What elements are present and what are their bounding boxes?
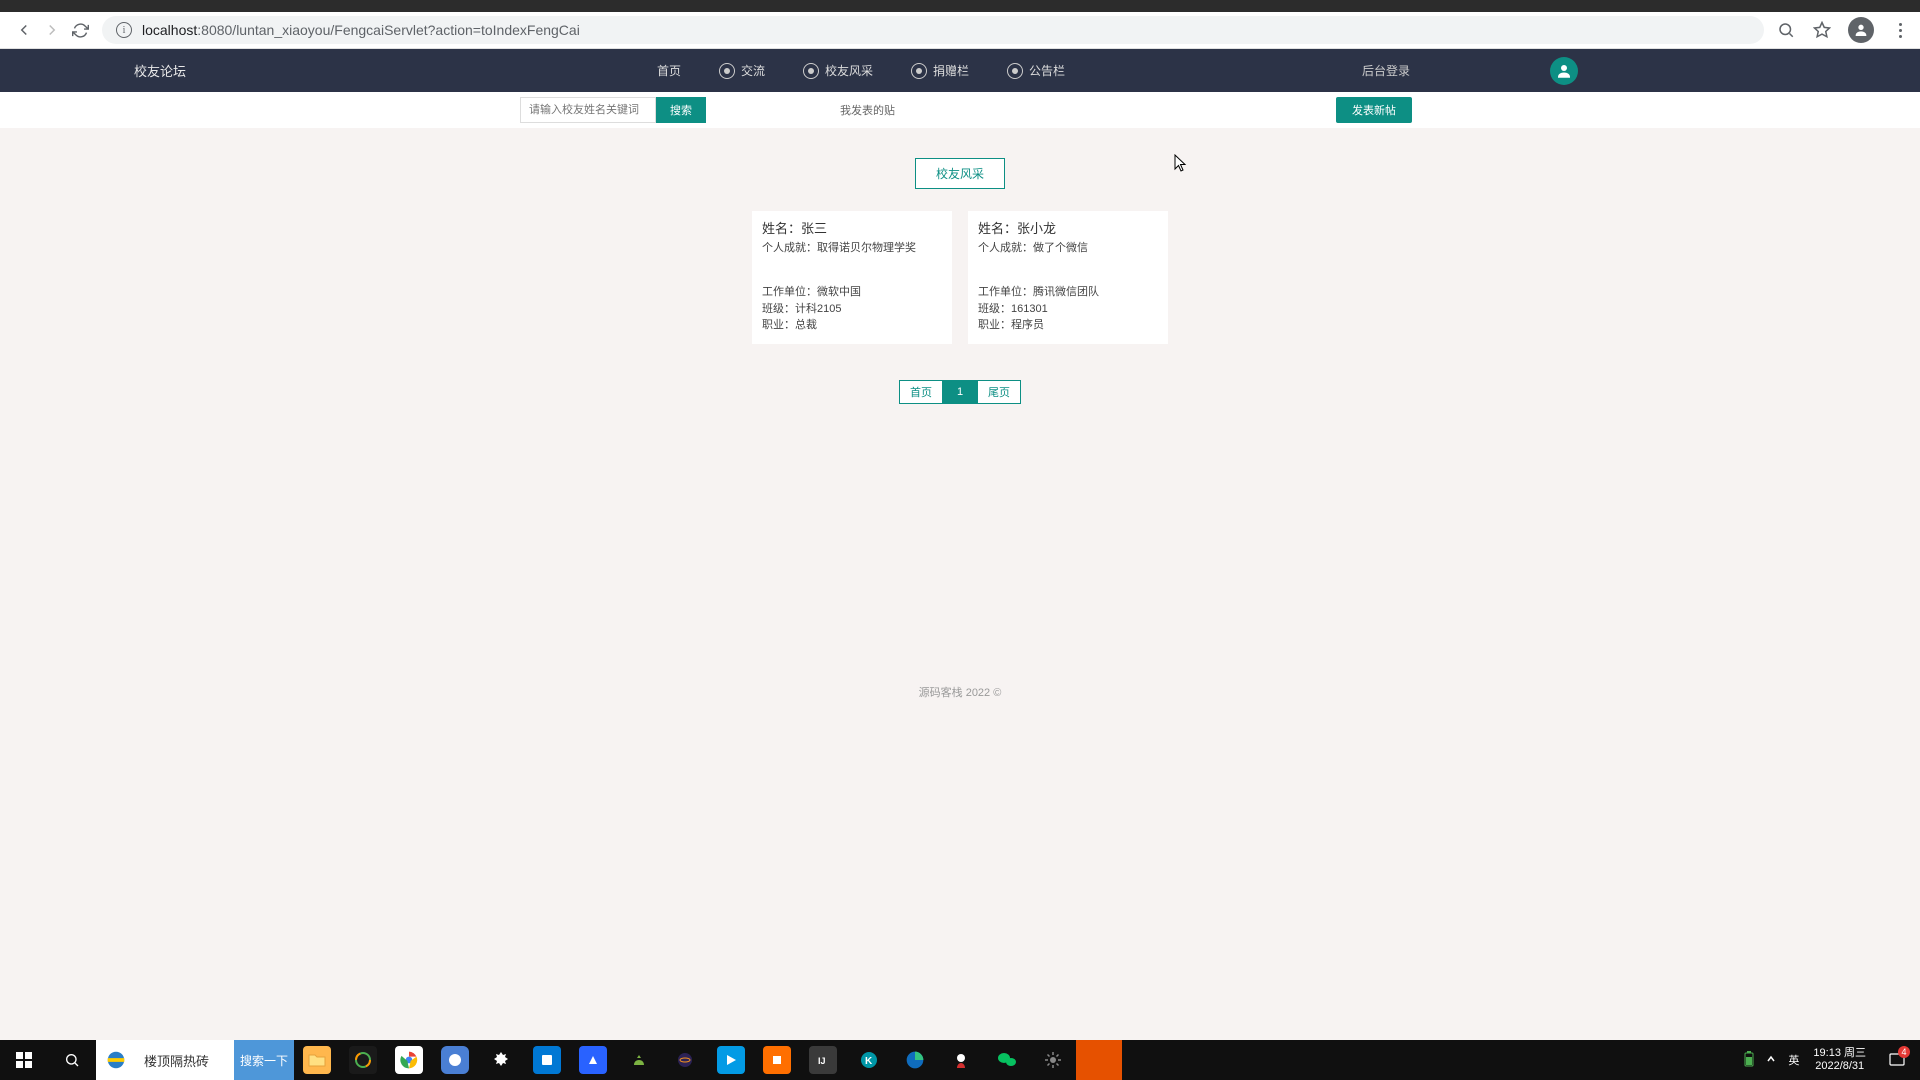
- tray-notifications-icon[interactable]: 4: [1874, 1040, 1920, 1080]
- ie-icon[interactable]: [96, 1040, 136, 1080]
- search-button[interactable]: 搜索: [656, 97, 706, 123]
- nav-exchange[interactable]: 交流: [719, 62, 765, 79]
- browser-tab-strip: [0, 0, 1920, 12]
- fengcai-icon: [803, 63, 819, 79]
- file-explorer-icon[interactable]: [294, 1040, 340, 1080]
- back-button[interactable]: [10, 16, 38, 44]
- start-button[interactable]: [0, 1040, 48, 1080]
- app-icon[interactable]: [754, 1040, 800, 1080]
- browser-menu-icon[interactable]: [1890, 23, 1910, 38]
- footer-text: 源码客栈 2022 ©: [0, 674, 1920, 700]
- nav-donate[interactable]: 捐赠栏: [911, 62, 969, 79]
- notice-icon: [1007, 63, 1023, 79]
- app-icon-active[interactable]: [1076, 1040, 1122, 1080]
- main-content: 校友风采 姓名：张三 个人成就：取得诺贝尔物理学奖 工作单位：微软中国 班级：计…: [0, 128, 1920, 730]
- taskbar-search-input[interactable]: [136, 1040, 234, 1080]
- tray-battery-icon[interactable]: [1738, 1051, 1760, 1070]
- my-posts-link[interactable]: 我发表的贴: [840, 102, 895, 118]
- section-title: 校友风采: [915, 158, 1005, 189]
- app-icon[interactable]: [616, 1040, 662, 1080]
- taskbar-apps: IJ K: [294, 1040, 1122, 1080]
- windows-taskbar: 搜索一下 IJ K 英 19:13 周三 2022/8/31: [0, 1040, 1920, 1080]
- profile-avatar-icon[interactable]: [1848, 17, 1874, 43]
- taskbar-search-icon[interactable]: [48, 1040, 96, 1080]
- app-icon[interactable]: [340, 1040, 386, 1080]
- pagination: 首页 1 尾页: [0, 380, 1920, 404]
- tray-chevron-up-icon[interactable]: [1760, 1054, 1782, 1067]
- new-post-button[interactable]: 发表新帖: [1336, 97, 1412, 123]
- nav-home[interactable]: 首页: [657, 62, 681, 79]
- tray-ime[interactable]: 英: [1782, 1052, 1805, 1068]
- main-nav: 首页 交流 校友风采 捐赠栏 公告栏: [597, 62, 1065, 79]
- system-tray: 英 19:13 周三 2022/8/31 4: [1738, 1040, 1920, 1080]
- page-number-button[interactable]: 1: [942, 380, 978, 404]
- media-player-icon[interactable]: [708, 1040, 754, 1080]
- site-info-icon[interactable]: i: [116, 22, 132, 38]
- alumni-search-input[interactable]: [520, 97, 656, 123]
- settings-icon[interactable]: [1030, 1040, 1076, 1080]
- wechat-icon[interactable]: [984, 1040, 1030, 1080]
- app-icon[interactable]: [524, 1040, 570, 1080]
- app-icon[interactable]: [478, 1040, 524, 1080]
- url-text: localhost:8080/luntan_xiaoyou/FengcaiSer…: [142, 22, 580, 38]
- alumni-card[interactable]: 姓名：张三 个人成就：取得诺贝尔物理学奖 工作单位：微软中国 班级：计科2105…: [752, 211, 952, 344]
- chrome-icon[interactable]: [386, 1040, 432, 1080]
- admin-login-link[interactable]: 后台登录: [1362, 62, 1410, 79]
- alumni-card-list: 姓名：张三 个人成就：取得诺贝尔物理学奖 工作单位：微软中国 班级：计科2105…: [0, 211, 1920, 344]
- browser-toolbar: i localhost:8080/luntan_xiaoyou/FengcaiS…: [0, 12, 1920, 49]
- edge-icon[interactable]: [892, 1040, 938, 1080]
- zoom-icon[interactable]: [1776, 20, 1796, 40]
- app-icon[interactable]: K: [846, 1040, 892, 1080]
- exchange-icon: [719, 63, 735, 79]
- svg-text:IJ: IJ: [818, 1056, 826, 1066]
- svg-text:K: K: [865, 1056, 873, 1067]
- page-last-button[interactable]: 尾页: [978, 380, 1021, 404]
- app-icon[interactable]: [938, 1040, 984, 1080]
- forward-button[interactable]: [38, 16, 66, 44]
- taskbar-search-widget: 搜索一下: [96, 1040, 294, 1080]
- address-bar[interactable]: i localhost:8080/luntan_xiaoyou/FengcaiS…: [102, 16, 1764, 44]
- app-header: 校友论坛 首页 交流 校友风采 捐赠栏 公告栏 后台登录: [0, 49, 1920, 92]
- alumni-card[interactable]: 姓名：张小龙 个人成就：做了个微信 工作单位：腾讯微信团队 班级：161301 …: [968, 211, 1168, 344]
- reload-button[interactable]: [66, 16, 94, 44]
- tray-clock[interactable]: 19:13 周三 2022/8/31: [1805, 1047, 1874, 1073]
- notification-badge: 4: [1898, 1046, 1910, 1058]
- user-avatar[interactable]: [1550, 57, 1578, 85]
- site-logo[interactable]: 校友论坛: [20, 61, 300, 80]
- intellij-icon[interactable]: IJ: [800, 1040, 846, 1080]
- taskbar-search-button[interactable]: 搜索一下: [234, 1040, 294, 1080]
- nav-fengcai[interactable]: 校友风采: [803, 62, 873, 79]
- app-icon[interactable]: [570, 1040, 616, 1080]
- bookmark-star-icon[interactable]: [1812, 20, 1832, 40]
- search-section: 搜索 我发表的贴 发表新帖: [0, 92, 1920, 128]
- donate-icon: [911, 63, 927, 79]
- nav-notice[interactable]: 公告栏: [1007, 62, 1065, 79]
- app-icon[interactable]: [432, 1040, 478, 1080]
- page-first-button[interactable]: 首页: [899, 380, 942, 404]
- eclipse-icon[interactable]: [662, 1040, 708, 1080]
